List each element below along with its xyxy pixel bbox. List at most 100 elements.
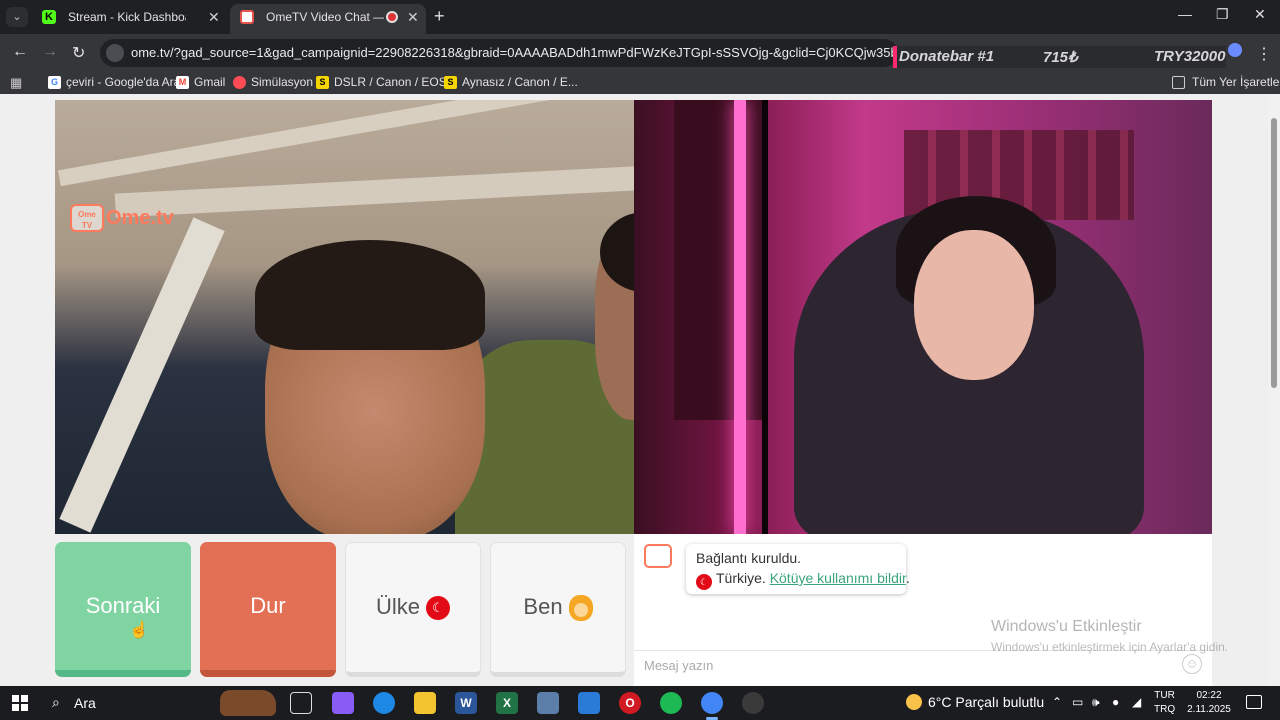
language-top: TUR (1154, 690, 1175, 701)
ometv-icon (240, 10, 254, 24)
excel-icon[interactable]: X (496, 692, 518, 714)
calculator-icon[interactable] (537, 692, 559, 714)
language-bottom: TRQ (1154, 704, 1176, 715)
pole (762, 100, 768, 534)
reload-button[interactable]: ↻ (72, 43, 85, 63)
battery-icon[interactable]: ▭ (1072, 695, 1083, 709)
me-button-label: Ben (523, 594, 563, 619)
search-highlight-image (220, 690, 276, 716)
report-abuse-link[interactable]: Kötüye kullanımı bildir (770, 570, 906, 586)
bookmark-label: çeviri - Google'da Ara (66, 75, 181, 89)
store-icon[interactable] (578, 692, 600, 714)
scrollbar-thumb[interactable] (1271, 118, 1277, 388)
restore-button[interactable]: ❐ (1216, 6, 1229, 23)
clock[interactable]: 02:22 2.11.2025 (1186, 689, 1232, 717)
language-indicator[interactable]: TUR TRQ (1154, 689, 1175, 717)
connected-text: Bağlantı kuruldu. (696, 550, 802, 566)
tab-ometv[interactable]: OmeTV Video Chat — Ome ✕ (230, 4, 426, 34)
remote-person-face (914, 230, 1034, 380)
minimize-button[interactable]: — (1178, 6, 1192, 22)
person-hair (255, 240, 485, 350)
search-label: Ara (74, 695, 96, 711)
extension-icon[interactable] (1228, 43, 1242, 57)
close-tab-icon[interactable]: ✕ (208, 4, 220, 30)
next-button[interactable]: Sonraki (55, 542, 191, 677)
emoji-picker-icon[interactable]: ☺ (1182, 654, 1202, 674)
obs-icon[interactable] (742, 692, 764, 714)
edge-icon[interactable] (373, 692, 395, 714)
bookmark-label: DSLR / Canon / EOS... (334, 75, 457, 89)
all-bookmarks-label: Tüm Yer İşaretleri (1192, 75, 1280, 89)
bookmark-label: Simülasyon (251, 75, 314, 89)
forward-button[interactable]: → (42, 43, 58, 61)
copilot-icon[interactable] (332, 692, 354, 714)
activation-watermark-subtitle: Windows'u etkinleştirmek için Ayarlar'a … (991, 640, 1229, 654)
bookmark-ceviri[interactable]: G çeviri - Google'da Ara (48, 75, 180, 89)
me-button[interactable]: Ben (490, 542, 626, 677)
word-icon[interactable]: W (455, 692, 477, 714)
back-button[interactable]: ← (12, 43, 28, 61)
donatebar-name: Donatebar #1 (899, 48, 995, 65)
windows-taskbar: ⌕ Ara WXO 6°C Parçalı bulutlu ⌃ ▭ 🕪 ● ◢ … (0, 686, 1280, 720)
close-window-button[interactable]: ✕ (1254, 6, 1266, 23)
door (674, 100, 764, 420)
bookmark-gmail[interactable]: M Gmail (176, 75, 225, 89)
microphone-icon[interactable]: ● (1112, 695, 1119, 709)
network-icon[interactable]: ◢ (1132, 695, 1141, 709)
browser-menu-icon[interactable]: ⋮ (1256, 44, 1272, 64)
url-text[interactable]: ome.tv/?gad_source=1&gad_campaignid=2290… (131, 45, 898, 60)
s-icon: S (444, 76, 457, 89)
speaker-icon[interactable]: 🕪 (1092, 695, 1100, 710)
tab-kick-dashboard[interactable]: K Stream - Kick Dashboard ✕ (32, 4, 228, 34)
all-bookmarks[interactable]: Tüm Yer İşaretleri (1172, 75, 1280, 89)
bookmark-label: Aynasız / Canon / E... (462, 75, 578, 89)
message-input[interactable]: Mesaj yazın (644, 658, 713, 673)
ometv-page: Sonraki Dur Ülke ☾ Ben ☝ Bağlantı kuruldu… (0, 94, 1280, 686)
recording-indicator-icon (386, 11, 398, 23)
task-view-icon[interactable] (290, 692, 312, 714)
logo-text: Ome.tv (106, 206, 174, 229)
notification-icon[interactable] (1246, 695, 1262, 709)
close-tab-icon[interactable]: ✕ (407, 4, 419, 30)
chat-panel: Bağlantı kuruldu. ☾ Türkiye. Kötüye kulla… (634, 534, 1212, 686)
bookmark-aynasiz[interactable]: S Aynasız / Canon / E... (444, 75, 578, 89)
taskbar-search[interactable]: ⌕ Ara (42, 686, 292, 720)
chevron-up-icon[interactable]: ⌃ (1052, 695, 1062, 709)
opera-icon (233, 76, 246, 89)
tab-search-button[interactable]: ⌄ (6, 7, 28, 27)
spotify-icon[interactable] (660, 692, 682, 714)
kick-icon: K (42, 10, 56, 24)
apps-grid-icon[interactable]: ▦ (10, 76, 24, 90)
mouse-cursor-icon: ☝ (129, 622, 149, 639)
stop-button[interactable]: Dur (200, 542, 336, 677)
bookmark-simulasyon[interactable]: Simülasyon (233, 75, 313, 89)
tab-title: Stream - Kick Dashboard (68, 10, 186, 24)
weather-icon (906, 694, 922, 710)
weather-widget[interactable]: 6°C Parçalı bulutlu (906, 694, 1044, 710)
country-line: ☾ Türkiye. Kötüye kullanımı bildir. (696, 570, 910, 590)
new-tab-button[interactable]: + (434, 6, 445, 27)
file-explorer-icon[interactable] (414, 692, 436, 714)
chrome-icon[interactable] (701, 692, 723, 714)
bookmark-label: Gmail (194, 75, 226, 89)
site-info-icon[interactable] (106, 44, 124, 62)
ometv-logo-icon: Ome TV (70, 204, 104, 232)
gmail-icon: M (176, 76, 189, 89)
ometv-logo: Ome TV Ome.tv (70, 204, 174, 238)
google-icon: G (48, 76, 61, 89)
tab-strip: ⌄ K Stream - Kick Dashboard ✕ OmeTV Vide… (0, 0, 1280, 34)
page-scrollbar[interactable] (1268, 94, 1280, 686)
opera-icon[interactable]: O (619, 692, 641, 714)
tab-title: OmeTV Video Chat — Ome (266, 10, 384, 24)
remote-video (634, 100, 1212, 534)
address-bar[interactable]: ome.tv/?gad_source=1&gad_campaignid=2290… (100, 39, 898, 67)
search-icon: ⌕ (52, 694, 60, 710)
start-button[interactable] (12, 695, 28, 711)
stop-button-label: Dur (250, 593, 286, 618)
activation-watermark-title: Windows'u Etkinleştir (991, 618, 1142, 635)
turkey-flag-icon: ☾ (696, 574, 712, 590)
country-button[interactable]: Ülke ☾ (345, 542, 481, 677)
donatebar-goal: TRY32000 (1154, 48, 1226, 65)
girl-emoji-icon (568, 595, 593, 622)
bookmark-dslr[interactable]: S DSLR / Canon / EOS... (316, 75, 457, 89)
